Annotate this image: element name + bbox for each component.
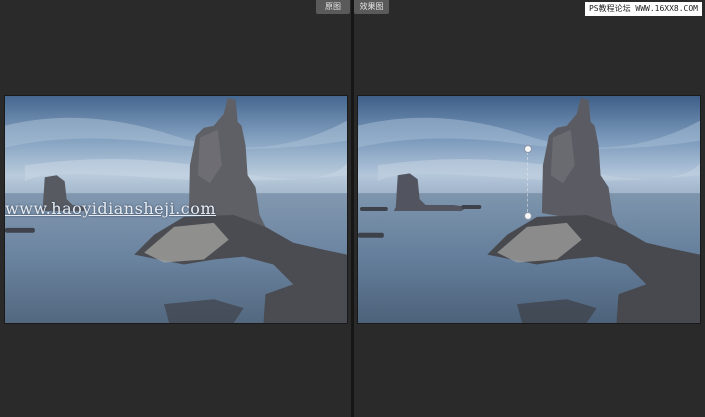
site-watermark-badge: PS教程论坛 WWW.16XX8.COM (584, 2, 702, 16)
result-photo (357, 95, 701, 324)
gradient-handle-top[interactable] (524, 145, 532, 153)
tab-result[interactable]: 效果图 (354, 0, 389, 14)
gradient-guide-line (527, 152, 528, 212)
site-watermark-text: www.haoyidiansheji.com (5, 199, 217, 218)
gradient-handle-bottom[interactable] (524, 212, 532, 220)
tab-original[interactable]: 原图 (316, 0, 350, 14)
result-seascape-image (358, 96, 700, 323)
